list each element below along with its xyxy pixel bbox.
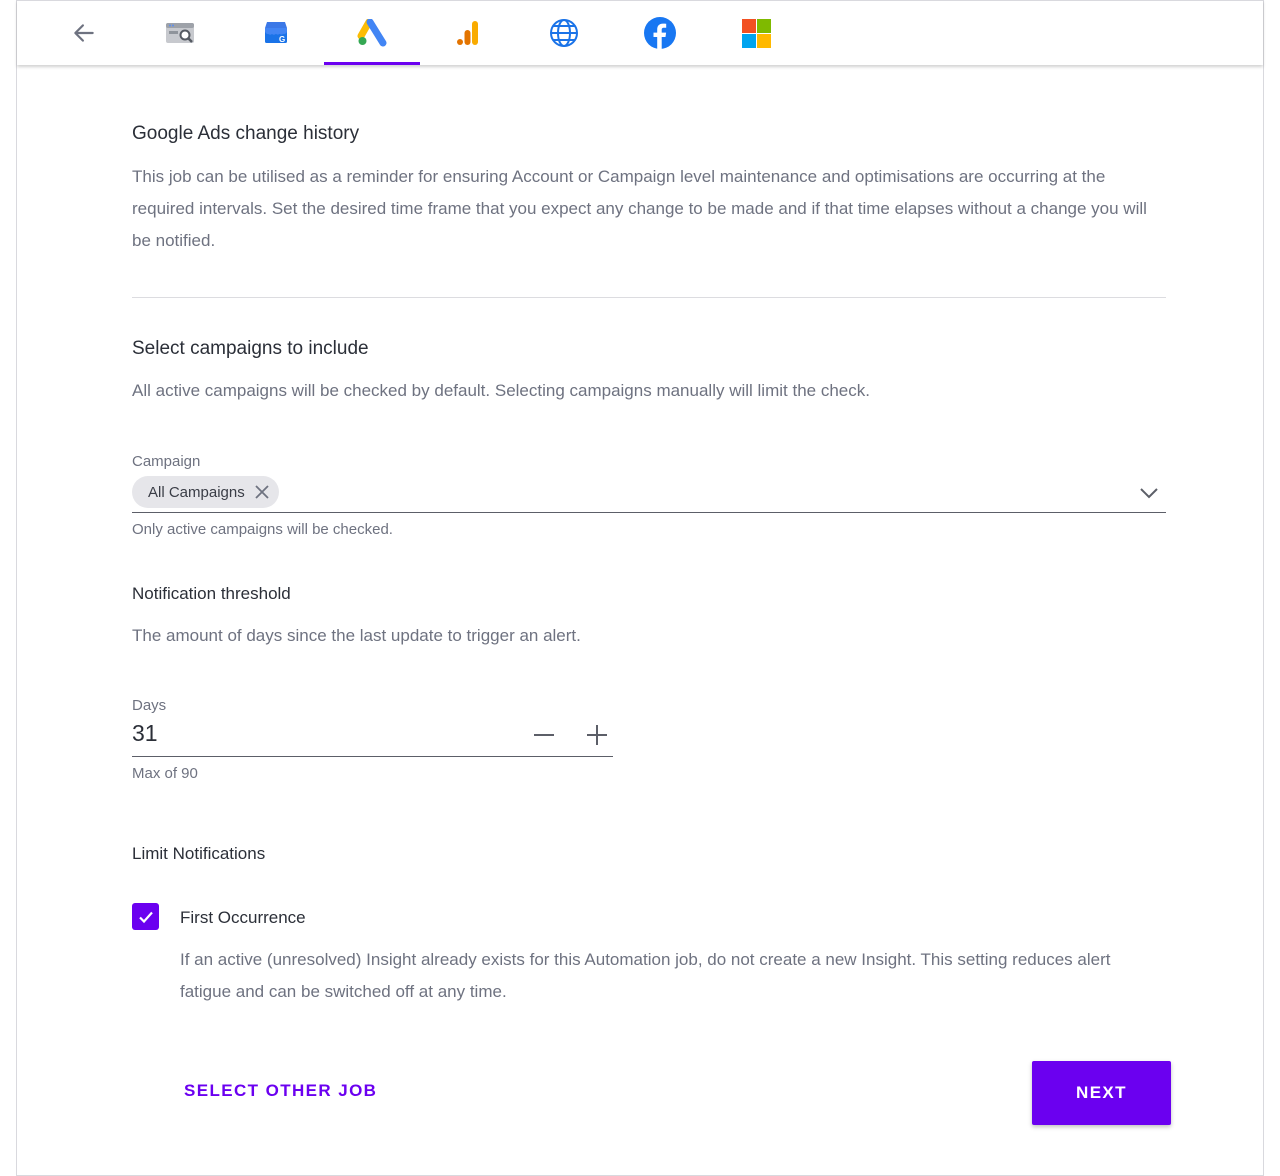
campaign-field-label: Campaign xyxy=(132,453,201,470)
remove-chip-button[interactable] xyxy=(253,483,271,501)
threshold-description: The amount of days since the last update… xyxy=(132,626,581,645)
tab-google-analytics[interactable] xyxy=(420,1,516,65)
next-button[interactable]: NEXT xyxy=(1032,1061,1171,1125)
tab-website[interactable] xyxy=(516,1,612,65)
back-button[interactable] xyxy=(36,1,132,65)
chevron-down-icon[interactable] xyxy=(1136,480,1162,506)
first-occurrence-checkbox[interactable] xyxy=(132,903,159,930)
minus-icon xyxy=(534,734,554,736)
globe-icon xyxy=(550,19,578,47)
google-ads-icon xyxy=(357,19,387,47)
first-occurrence-description: If an active (unresolved) Insight alread… xyxy=(180,950,1111,1001)
campaign-helper-text: Only active campaigns will be checked. xyxy=(132,521,393,538)
google-business-profile-icon: G xyxy=(264,22,287,44)
limit-heading: Limit Notifications xyxy=(132,844,266,863)
back-arrow-icon xyxy=(74,24,94,42)
campaign-select[interactable]: All Campaigns xyxy=(132,476,1166,513)
campaign-chip: All Campaigns xyxy=(132,476,279,508)
campaigns-description: All active campaigns will be checked by … xyxy=(132,381,870,400)
days-input[interactable]: 31 xyxy=(132,720,158,747)
tab-search-console[interactable] xyxy=(132,1,228,65)
app-frame: G Google Ads change history This job can… xyxy=(16,0,1264,1176)
decrement-button[interactable] xyxy=(529,720,559,750)
campaign-chip-label: All Campaigns xyxy=(148,483,245,501)
close-icon xyxy=(255,485,269,499)
checkmark-icon xyxy=(138,911,153,923)
job-title: Google Ads change history xyxy=(132,123,360,144)
threshold-heading: Notification threshold xyxy=(132,584,291,603)
tab-google-ads[interactable] xyxy=(324,1,420,65)
tab-microsoft[interactable] xyxy=(708,1,804,65)
first-occurrence-label[interactable]: First Occurrence xyxy=(180,908,306,928)
plus-icon xyxy=(587,725,607,745)
search-console-icon xyxy=(166,23,194,43)
svg-text:G: G xyxy=(279,35,285,44)
microsoft-icon xyxy=(741,18,771,48)
increment-button[interactable] xyxy=(582,720,612,750)
tab-facebook[interactable] xyxy=(612,1,708,65)
days-helper-text: Max of 90 xyxy=(132,765,198,782)
google-analytics-icon xyxy=(457,21,478,45)
days-field-label: Days xyxy=(132,697,167,714)
tab-google-business-profile[interactable]: G xyxy=(228,1,324,65)
select-other-job-button[interactable]: SELECT OTHER JOB xyxy=(184,1081,377,1101)
campaigns-heading: Select campaigns to include xyxy=(132,338,369,359)
section-divider xyxy=(132,297,1166,298)
job-description: This job can be utilised as a reminder f… xyxy=(132,167,1147,250)
facebook-icon xyxy=(644,17,676,49)
integration-tab-bar: G xyxy=(17,0,1263,65)
days-stepper: 31 xyxy=(132,718,613,757)
